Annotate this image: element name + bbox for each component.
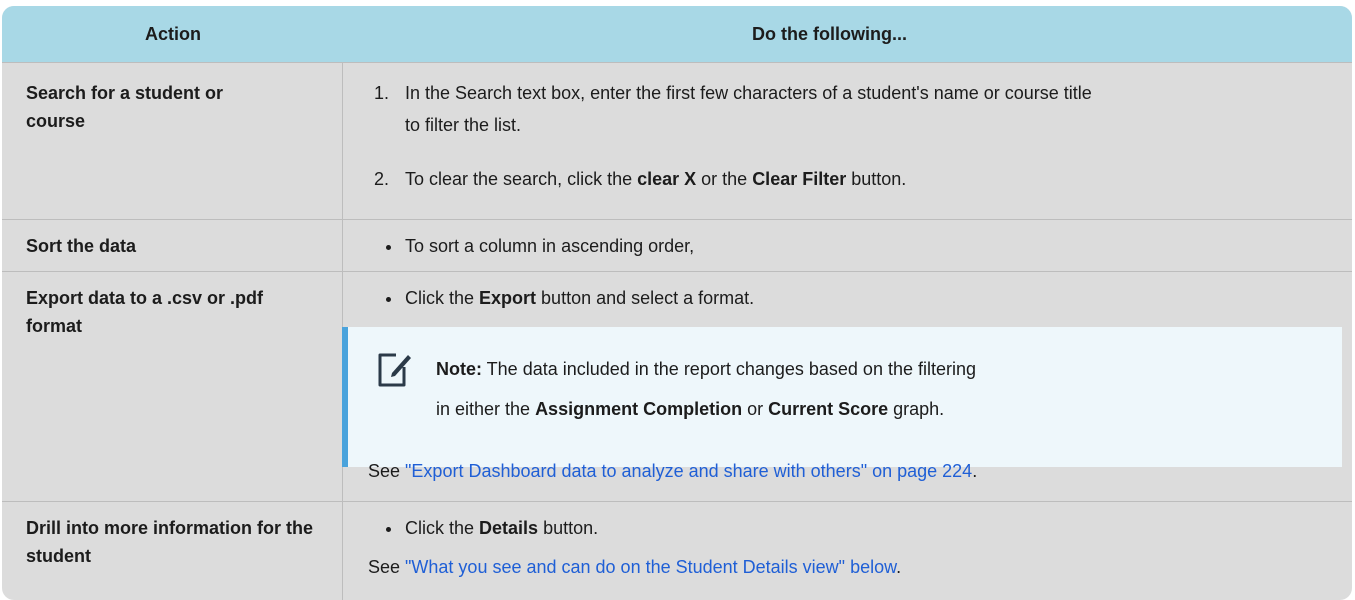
bullet-icon — [386, 297, 391, 302]
note-line2-mid: or — [742, 399, 769, 419]
drill-bullet-post: button. — [538, 518, 599, 538]
instructions-table: Action Do the following... Search for a … — [2, 6, 1352, 600]
note-assignment-completion: Assignment Completion — [535, 399, 743, 419]
drill-bullet-bold: Details — [479, 518, 539, 538]
table-row-sort: Sort the data To sort a column in ascend… — [2, 219, 1352, 272]
table-row-drill: Drill into more information for the stud… — [2, 501, 1352, 600]
table-row-export: Export data to a .csv or .pdf format Cli… — [2, 271, 1352, 502]
export-see-text: See "Export Dashboard data to analyze an… — [368, 457, 977, 485]
drill-see-text: See "What you see and can do on the Stud… — [368, 553, 901, 581]
export-bullet-bold: Export — [479, 288, 537, 308]
step-2-mid: or the — [696, 169, 753, 189]
table-header-row: Action Do the following... — [2, 6, 1352, 62]
note-label: Note: — [436, 359, 482, 379]
step-2-clear-filter: Clear Filter — [752, 169, 847, 189]
bullet-icon — [386, 245, 391, 250]
drill-see-post: . — [896, 557, 902, 577]
step-number-1: 1. — [374, 83, 390, 103]
step-number-2: 2. — [374, 169, 390, 189]
sort-bullet-text: To sort a column in ascending order, — [405, 236, 695, 256]
note-line2: in either the Assignment Completion or C… — [436, 395, 944, 423]
header-action: Action — [145, 24, 201, 44]
step-2-pre: To clear the search, click the — [405, 169, 638, 189]
table-row-search: Search for a student or course 1. In the… — [2, 62, 1352, 220]
bullet-icon — [386, 527, 391, 532]
note-edit-icon — [378, 353, 411, 387]
action-label-sort: Sort the data — [26, 236, 137, 256]
export-dashboard-link[interactable]: "Export Dashboard data to analyze and sh… — [405, 461, 972, 481]
export-bullet-text: Click the Export button and select a for… — [405, 284, 754, 312]
note-line1-text: The data included in the report changes … — [482, 359, 977, 379]
action-label-export: Export data to a .csv or .pdf format — [26, 288, 264, 336]
step-1-line1: In the Search text box, enter the first … — [405, 83, 1092, 103]
note-box: Note: The data included in the report ch… — [342, 327, 1342, 467]
export-bullet-post: button and select a format. — [536, 288, 755, 308]
step-1-line2: to filter the list. — [405, 115, 522, 135]
export-see-post: . — [972, 461, 978, 481]
step-2-post: button. — [846, 169, 907, 189]
note-line2-post: graph. — [888, 399, 945, 419]
export-see-pre: See — [368, 461, 406, 481]
step-2-clear-x: clear X — [637, 169, 697, 189]
student-details-link[interactable]: "What you see and can do on the Student … — [405, 557, 896, 577]
header-do-following: Do the following... — [752, 24, 907, 44]
export-bullet-pre: Click the — [405, 288, 480, 308]
note-current-score: Current Score — [768, 399, 889, 419]
action-label-search: Search for a student or course — [26, 83, 224, 131]
drill-see-pre: See — [368, 557, 406, 577]
action-label-drill: Drill into more information for the stud… — [26, 518, 313, 566]
note-line2-pre: in either the — [436, 399, 536, 419]
drill-bullet-text: Click the Details button. — [405, 514, 598, 542]
drill-bullet-pre: Click the — [405, 518, 480, 538]
note-line1: Note: The data included in the report ch… — [436, 355, 976, 383]
step-2-text: To clear the search, click the clear X o… — [405, 165, 906, 193]
